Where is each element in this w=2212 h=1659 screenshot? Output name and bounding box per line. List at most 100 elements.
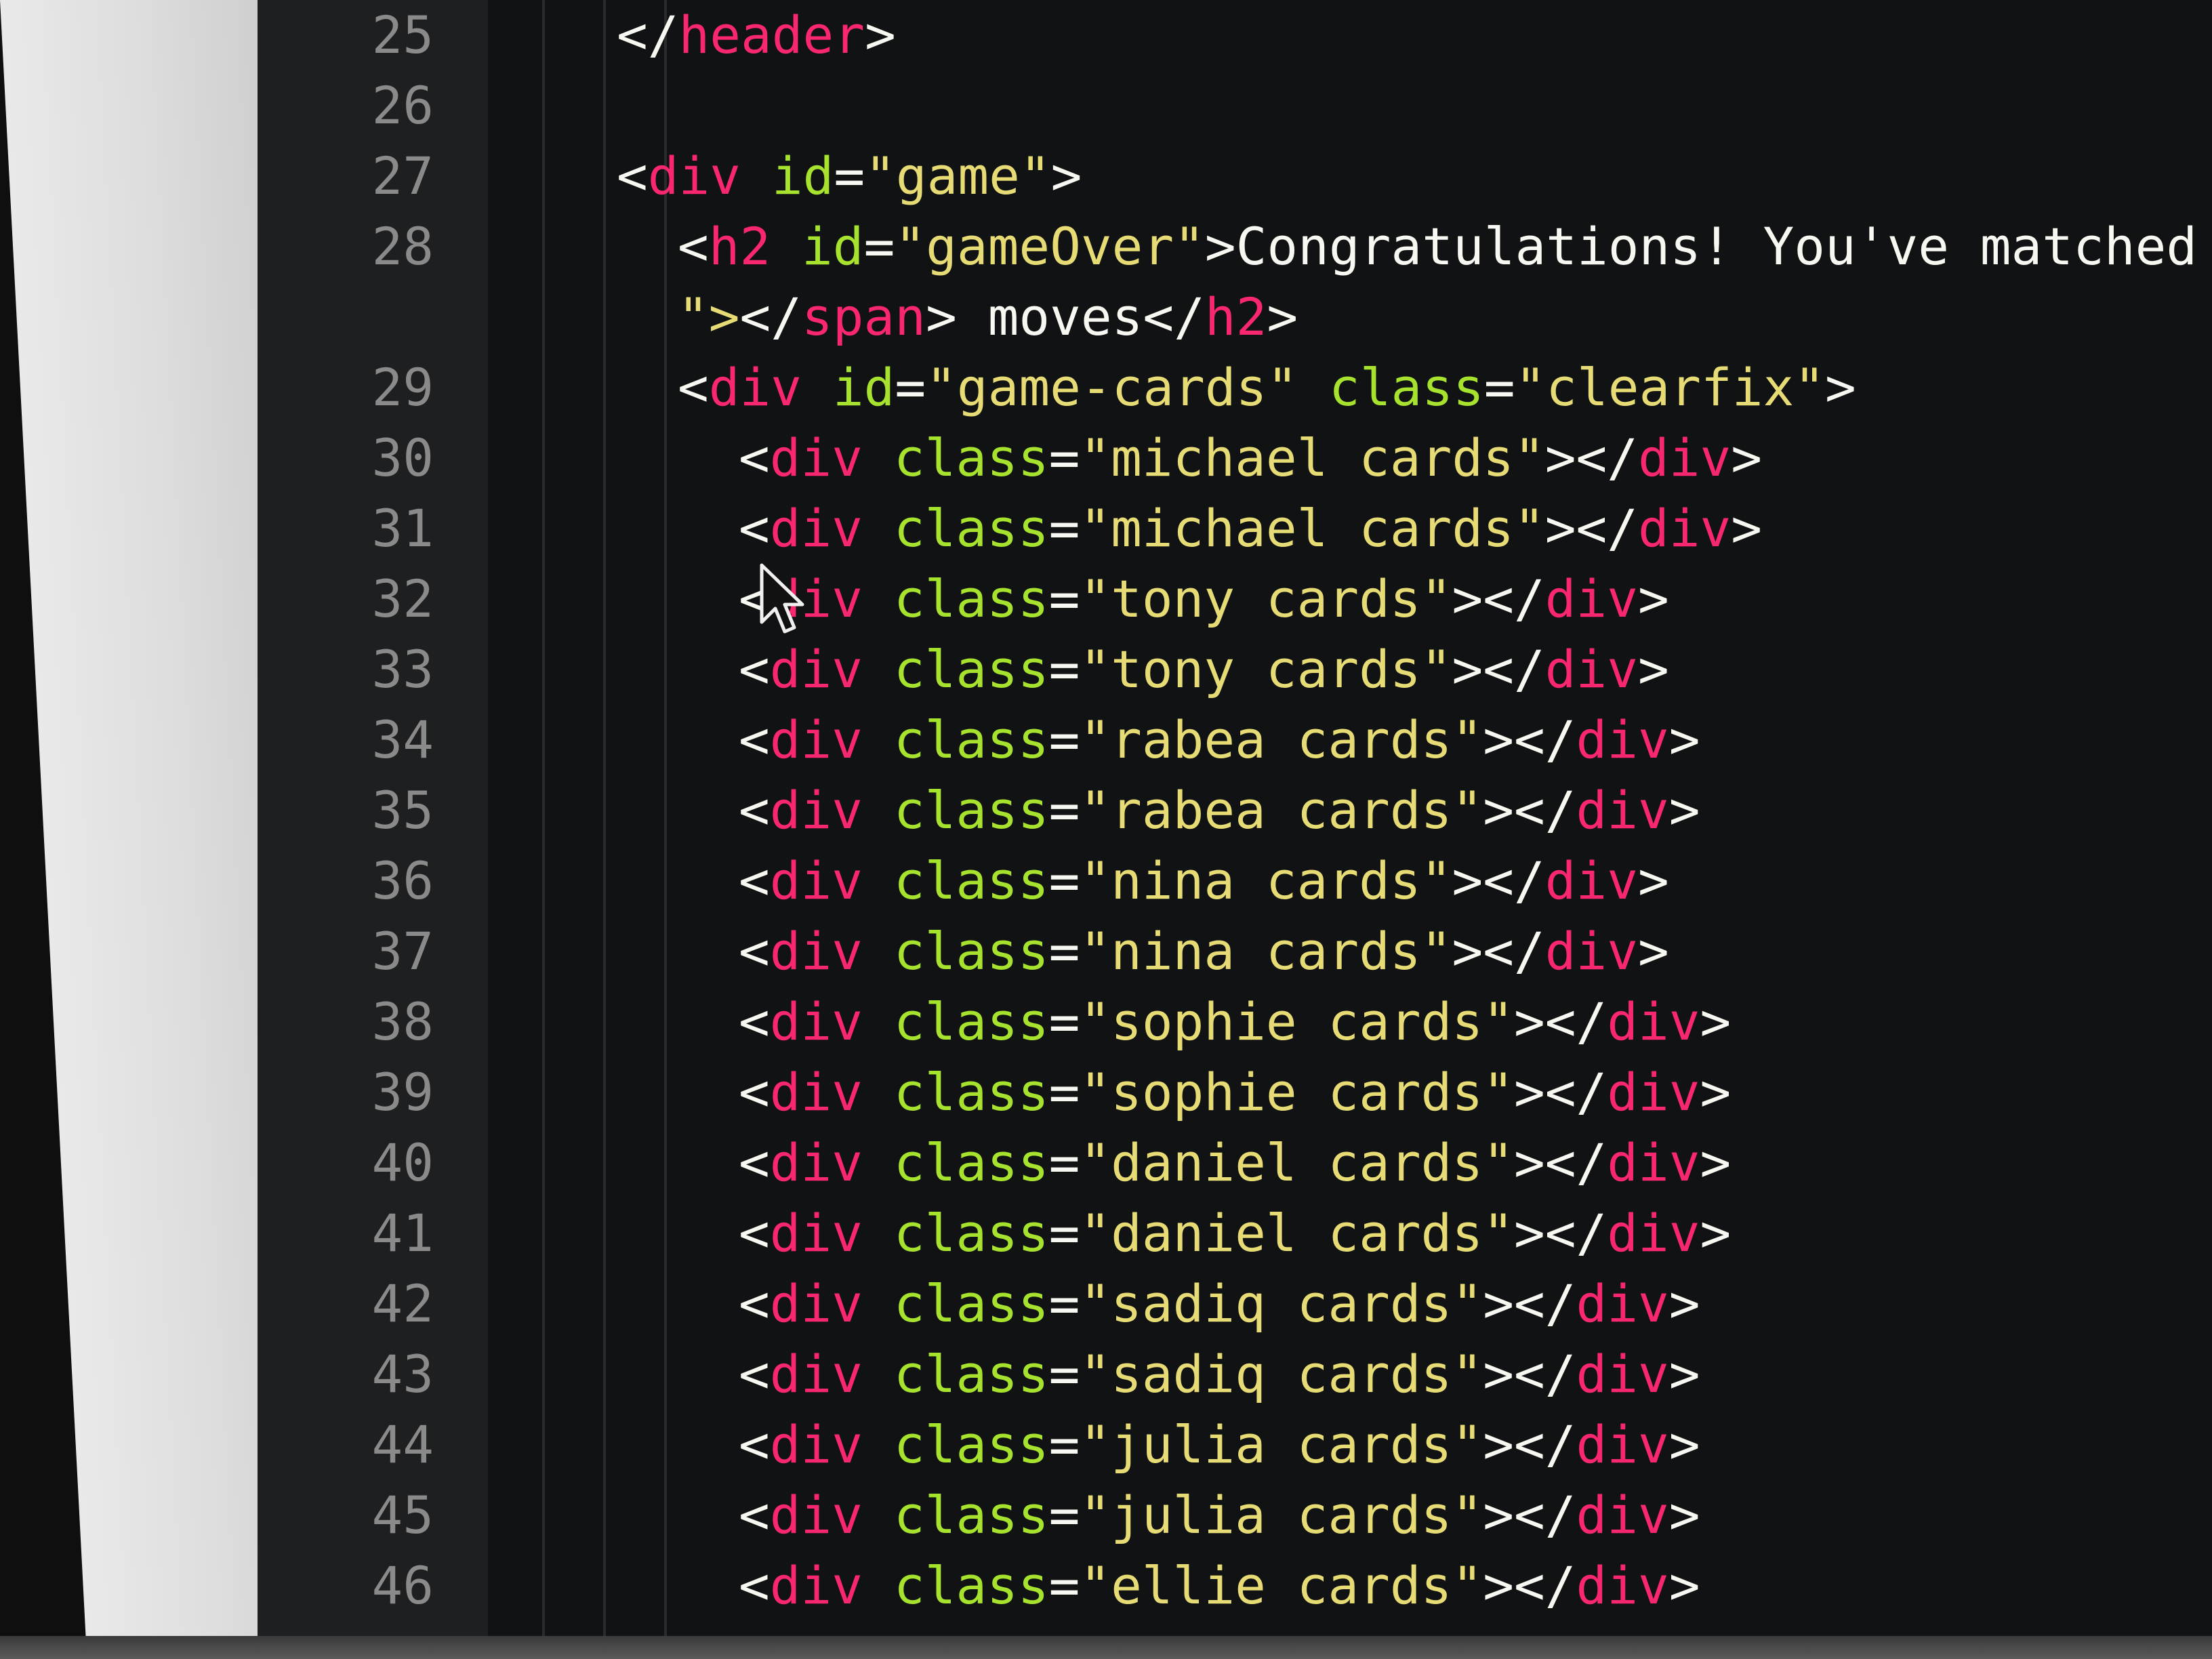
code-token-punct xyxy=(863,639,894,699)
code-token-punct: < xyxy=(678,357,709,417)
code-line[interactable]: 35 <div class="rabea cards"></div> xyxy=(258,775,2212,846)
code-token-punct: ></ xyxy=(1544,428,1638,488)
line-number: 28 xyxy=(371,216,434,276)
monitor-screen: 25 </header> 26 27 <div id="game"> 28 <h2 id="… xyxy=(0,0,2212,1659)
code-line[interactable]: 45 <div class="julia cards"></div> xyxy=(258,1480,2212,1551)
code-line[interactable]: "></span> moves</h2> xyxy=(258,282,2212,352)
code-line[interactable]: 34 <div class="rabea cards"></div> xyxy=(258,705,2212,775)
code-content: <div class="daniel cards"></div> xyxy=(447,1132,1731,1193)
line-number: 31 xyxy=(371,498,434,558)
code-token-punct: = xyxy=(1483,357,1515,417)
code-token-punct xyxy=(863,1273,894,1334)
code-token-attr: class xyxy=(893,921,1049,981)
code-token-string: "> xyxy=(678,287,740,347)
code-token-punct: > xyxy=(1731,498,1763,558)
code-token-tag: h2 xyxy=(1204,287,1267,347)
code-line[interactable]: 36 <div class="nina cards"></div> xyxy=(258,846,2212,916)
code-token-punct: = xyxy=(834,146,865,206)
line-number: 35 xyxy=(371,780,434,840)
code-token-punct: </ xyxy=(739,287,802,347)
code-content: <div class="sophie cards"></div> xyxy=(447,1062,1731,1122)
code-token-punct: < xyxy=(739,428,770,488)
code-content: <div id="game"> xyxy=(447,146,1082,206)
code-token-punct xyxy=(863,991,894,1052)
code-token-string: "game" xyxy=(865,146,1051,206)
code-token-punct: = xyxy=(1048,1273,1080,1334)
code-content: <div class="daniel cards"></div> xyxy=(447,1203,1731,1263)
code-line[interactable]: 39 <div class="sophie cards"></div> xyxy=(258,1057,2212,1128)
line-number: 45 xyxy=(371,1485,434,1545)
line-number: 41 xyxy=(371,1203,434,1263)
code-token-punct: ></ xyxy=(1452,851,1545,911)
code-token-attr: class xyxy=(893,569,1049,629)
code-token-punct: < xyxy=(739,1203,770,1263)
code-token-punct: ></ xyxy=(1483,1273,1576,1334)
code-token-punct: < xyxy=(617,146,648,206)
code-line[interactable]: 28 <h2 id="gameOver">Congratulations! You… xyxy=(258,211,2212,282)
code-content: <div id="game-cards" class="clearfix"> xyxy=(447,357,1856,417)
code-content: <div class="rabea cards"></div> xyxy=(447,780,1700,840)
code-line[interactable]: 38 <div class="sophie cards"></div> xyxy=(258,987,2212,1057)
code-token-punct: > xyxy=(1668,1555,1700,1616)
code-line[interactable]: 37 <div class="nina cards"></div> xyxy=(258,916,2212,987)
code-token-punct: > xyxy=(1638,569,1669,629)
code-lines[interactable]: 25 </header> 26 27 <div id="game"> 28 <h2 id="… xyxy=(258,0,2212,1621)
code-token-punct: ></ xyxy=(1483,710,1576,770)
code-token-punct xyxy=(863,1132,894,1193)
code-token-tag: div xyxy=(1576,1414,1669,1475)
code-content: <div class="ellie cards"></div> xyxy=(447,1555,1700,1616)
code-token-tag: div xyxy=(1637,428,1732,488)
code-token-punct: = xyxy=(1048,1485,1080,1545)
code-token-attr: class xyxy=(1328,357,1484,417)
code-token-string: "michael cards" xyxy=(1080,428,1545,488)
code-line[interactable]: 33 <div class="tony cards"></div> xyxy=(258,634,2212,705)
code-token-tag: div xyxy=(769,1344,863,1404)
code-token-punct: > xyxy=(1700,991,1732,1052)
code-token-punct xyxy=(863,1414,894,1475)
code-token-punct xyxy=(863,851,894,911)
code-token-punct: ></ xyxy=(1483,1555,1576,1616)
code-token-punct xyxy=(863,1485,894,1545)
code-line[interactable]: 32 <div class="tony cards"></div> xyxy=(258,564,2212,634)
line-number: 43 xyxy=(371,1344,434,1404)
code-line[interactable]: 43 <div class="sadiq cards"></div> xyxy=(258,1339,2212,1410)
code-line[interactable]: 29 <div id="game-cards" class="clearfix"> xyxy=(258,352,2212,423)
code-token-tag: span xyxy=(802,287,926,347)
code-line[interactable]: 31 <div class="michael cards"></div> xyxy=(258,493,2212,564)
code-editor[interactable]: 25 </header> 26 27 <div id="game"> 28 <h2 id="… xyxy=(258,0,2212,1636)
code-content: <div class="rabea cards"></div> xyxy=(447,710,1700,770)
code-token-attr: class xyxy=(893,1555,1049,1616)
code-line[interactable]: 25 </header> xyxy=(258,0,2212,70)
code-content: <div class="michael cards"></div> xyxy=(447,428,1762,488)
mouse-pointer-icon xyxy=(760,563,804,634)
code-token-punct xyxy=(771,216,802,276)
code-token-punct: > xyxy=(1700,1203,1732,1263)
code-token-tag: div xyxy=(1576,1273,1669,1334)
code-token-punct xyxy=(863,498,894,558)
code-token-tag: div xyxy=(1576,1485,1669,1545)
code-token-punct: = xyxy=(895,357,926,417)
code-content: <div class="sadiq cards"></div> xyxy=(447,1273,1700,1334)
code-token-string: "michael cards" xyxy=(1080,498,1545,558)
code-token-tag: div xyxy=(769,498,863,558)
code-line[interactable]: 46 <div class="ellie cards"></div> xyxy=(258,1551,2212,1621)
code-line[interactable]: 41 <div class="daniel cards"></div> xyxy=(258,1198,2212,1269)
code-token-punct xyxy=(863,710,894,770)
code-line[interactable]: 40 <div class="daniel cards"></div> xyxy=(258,1128,2212,1198)
monitor-bezel-bottom xyxy=(0,1636,2212,1659)
code-token-attr: class xyxy=(893,498,1049,558)
code-content: "></span> moves</h2> xyxy=(447,287,1298,347)
line-number: 30 xyxy=(371,428,434,488)
code-line[interactable]: 27 <div id="game"> xyxy=(258,141,2212,211)
line-number: 26 xyxy=(371,75,434,136)
code-token-punct: > xyxy=(1700,1062,1732,1122)
code-line[interactable]: 42 <div class="sadiq cards"></div> xyxy=(258,1269,2212,1339)
code-line[interactable]: 26 xyxy=(258,70,2212,141)
code-token-string: "tony cards" xyxy=(1080,639,1452,699)
code-token-attr: class xyxy=(893,780,1049,840)
line-number: 39 xyxy=(371,1062,434,1122)
code-line[interactable]: 30 <div class="michael cards"></div> xyxy=(258,423,2212,493)
code-token-string: "nina cards" xyxy=(1080,921,1452,981)
code-line[interactable]: 44 <div class="julia cards"></div> xyxy=(258,1410,2212,1480)
code-content xyxy=(447,75,617,136)
